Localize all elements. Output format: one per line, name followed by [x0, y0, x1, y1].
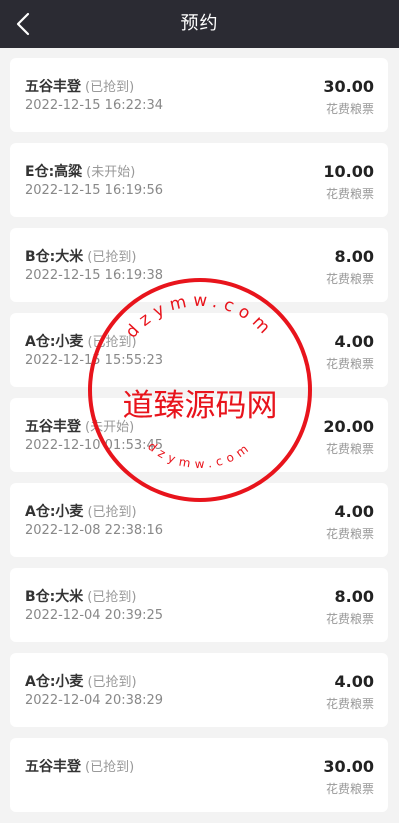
item-name: 五谷丰登 (未开始) — [25, 419, 135, 435]
list-item[interactable]: 五谷丰登 (未开始) 2022-12-10 01:53:45 20.00 花费粮票 — [10, 398, 388, 472]
list-item[interactable]: E仓:高粱 (未开始) 2022-12-15 16:19:56 10.00 花费粮… — [10, 143, 388, 217]
item-time: 2022-12-10 01:53:45 — [25, 438, 164, 453]
item-amount: 4.00 — [334, 332, 374, 351]
item-name: A仓:小麦 (已抢到) — [25, 504, 137, 520]
item-time: 2022-12-15 16:19:56 — [25, 183, 164, 198]
item-status: (未开始) — [86, 165, 136, 180]
item-amount: 4.00 — [334, 502, 374, 521]
item-time: 2022-12-04 20:39:25 — [25, 608, 164, 623]
reservation-list: 五谷丰登 (已抢到) 2022-12-15 16:22:34 30.00 花费粮票… — [10, 58, 388, 823]
item-status: (已抢到) — [87, 590, 137, 605]
item-amount: 4.00 — [334, 672, 374, 691]
item-amount: 30.00 — [323, 77, 374, 96]
item-name: E仓:高粱 (未开始) — [25, 164, 136, 180]
list-item[interactable]: A仓:小麦 (已抢到) 2022-12-15 15:55:23 4.00 花费粮票 — [10, 313, 388, 387]
item-name: 五谷丰登 (已抢到) — [25, 79, 135, 95]
item-time: 2022-12-15 16:19:38 — [25, 268, 164, 283]
item-unit: 花费粮票 — [325, 612, 374, 626]
item-unit: 花费粮票 — [325, 357, 374, 371]
item-status: (已抢到) — [87, 250, 137, 265]
item-status: (已抢到) — [87, 505, 137, 520]
list-item[interactable]: B仓:大米 (已抢到) 2022-12-15 16:19:38 8.00 花费粮票 — [10, 228, 388, 302]
item-unit: 花费粮票 — [325, 697, 374, 711]
item-status: (已抢到) — [87, 335, 137, 350]
item-unit: 花费粮票 — [325, 102, 374, 116]
item-status: (已抢到) — [85, 80, 135, 95]
list-item[interactable]: A仓:小麦 (已抢到) 2022-12-04 20:38:29 4.00 花费粮票 — [10, 653, 388, 727]
item-amount: 20.00 — [323, 417, 374, 436]
item-name: A仓:小麦 (已抢到) — [25, 334, 137, 350]
list-item[interactable]: A仓:小麦 (已抢到) 2022-12-08 22:38:16 4.00 花费粮票 — [10, 483, 388, 557]
item-amount: 30.00 — [323, 757, 374, 776]
item-unit: 花费粮票 — [325, 272, 374, 286]
item-name: 五谷丰登 (已抢到) — [25, 759, 135, 775]
item-status: (已抢到) — [85, 760, 135, 775]
item-unit: 花费粮票 — [325, 187, 374, 201]
item-amount: 8.00 — [334, 587, 374, 606]
item-time: 2022-12-15 15:55:23 — [25, 353, 164, 368]
item-amount: 8.00 — [334, 247, 374, 266]
item-unit: 花费粮票 — [325, 442, 374, 456]
item-name: B仓:大米 (已抢到) — [25, 249, 137, 265]
item-unit: 花费粮票 — [325, 782, 374, 796]
item-time: 2022-12-08 22:38:16 — [25, 523, 164, 538]
list-item[interactable]: 五谷丰登 (已抢到) 30.00 花费粮票 — [10, 738, 388, 812]
list-item[interactable]: 五谷丰登 (已抢到) 2022-12-15 16:22:34 30.00 花费粮票 — [10, 58, 388, 132]
list-item[interactable]: B仓:大米 (已抢到) 2022-12-04 20:39:25 8.00 花费粮票 — [10, 568, 388, 642]
item-unit: 花费粮票 — [325, 527, 374, 541]
item-name: A仓:小麦 (已抢到) — [25, 674, 137, 690]
item-time: 2022-12-04 20:38:29 — [25, 693, 164, 708]
top-nav-bar: 预约 — [0, 0, 399, 48]
item-name: B仓:大米 (已抢到) — [25, 589, 137, 605]
item-amount: 10.00 — [323, 162, 374, 181]
item-time: 2022-12-15 16:22:34 — [25, 98, 164, 113]
item-status: (已抢到) — [87, 675, 137, 690]
item-status: (未开始) — [85, 420, 135, 435]
page-title: 预约 — [180, 13, 219, 34]
